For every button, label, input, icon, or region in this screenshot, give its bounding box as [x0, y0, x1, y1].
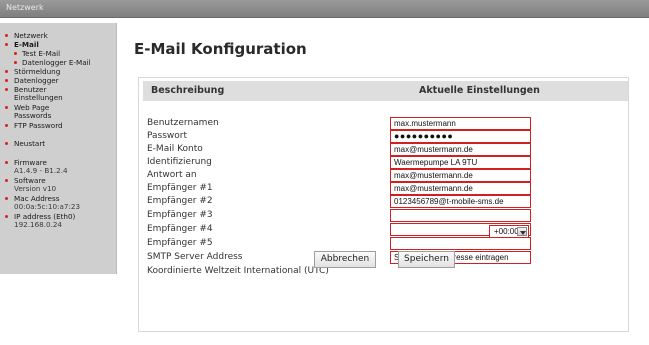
- sidebar-item-label: Neustart: [14, 139, 46, 148]
- bullet-icon: [5, 124, 8, 127]
- empfaenger-3-input[interactable]: [390, 209, 531, 222]
- bullet-icon: [14, 52, 17, 55]
- bullet-icon: [14, 61, 17, 64]
- identifizierung-input[interactable]: Waermepumpe LA 9TU: [390, 156, 531, 169]
- main-content: E-Mail Konfiguration Beschreibung Aktuel…: [118, 19, 649, 345]
- email-konto-input[interactable]: max@mustermann.de: [390, 143, 531, 156]
- label-empfaenger-5: Empfänger #5: [147, 238, 213, 248]
- label-utc-timezone: Koordinierte Weltzeit International (UTC…: [147, 266, 329, 276]
- label-identifizierung: Identifizierung: [147, 157, 212, 167]
- label-antwort-an: Antwort an: [147, 170, 197, 180]
- bullet-icon: [5, 197, 8, 200]
- label-empfaenger-2: Empfänger #2: [147, 196, 213, 206]
- label-passwort: Passwort: [147, 131, 188, 141]
- bullet-icon: [5, 79, 8, 82]
- sidebar-info-value: 00:0a:5c:10:a7:23: [14, 202, 81, 211]
- label-empfaenger-4: Empfänger #4: [147, 224, 213, 234]
- table-header: Beschreibung Aktuelle Einstellungen: [143, 81, 628, 101]
- column-header-beschreibung: Beschreibung: [151, 85, 225, 96]
- empfaenger-1-input[interactable]: max@mustermann.de: [390, 182, 531, 195]
- benutzernamen-input[interactable]: max.mustermann: [390, 117, 531, 130]
- sidebar: Netzwerk E-Mail Test E-Mail Datenlogger …: [0, 19, 117, 345]
- sidebar-item-label-line2: Passwords: [14, 111, 52, 120]
- bullet-icon: [5, 161, 8, 164]
- empfaenger-5-input[interactable]: [390, 237, 531, 250]
- sidebar-item-label: FTP Password: [14, 121, 63, 130]
- top-bar-title: Netzwerk: [6, 3, 44, 12]
- bullet-icon: [5, 43, 8, 46]
- antwort-an-input[interactable]: max@mustermann.de: [390, 169, 531, 182]
- page-title: E-Mail Konfiguration: [134, 40, 307, 58]
- sidebar-info-value: A1.4.9 - B1.2.4: [14, 166, 68, 175]
- bullet-icon: [5, 88, 8, 91]
- label-email-konto: E-Mail Konto: [147, 144, 203, 154]
- passwort-input[interactable]: ●●●●●●●●●●: [390, 130, 531, 143]
- bullet-icon: [5, 106, 8, 109]
- cancel-button[interactable]: Abbrechen: [314, 251, 376, 268]
- label-benutzernamen: Benutzernamen: [147, 118, 219, 128]
- bullet-icon: [5, 70, 8, 73]
- label-empfaenger-1: Empfänger #1: [147, 183, 213, 193]
- sidebar-info-value: 192.168.0.24: [14, 220, 63, 229]
- column-header-aktuelle-einstellungen: Aktuelle Einstellungen: [419, 85, 540, 96]
- sidebar-nav-panel: Netzwerk E-Mail Test E-Mail Datenlogger …: [0, 23, 117, 274]
- save-button[interactable]: Speichern: [398, 251, 455, 268]
- bullet-icon: [5, 34, 8, 37]
- empfaenger-2-input[interactable]: 0123456789@t-mobile-sms.de: [390, 195, 531, 208]
- email-config-form: Beschreibung Aktuelle Einstellungen Benu…: [138, 77, 629, 332]
- utc-timezone-select[interactable]: +00:00: [489, 225, 529, 238]
- label-empfaenger-3: Empfänger #3: [147, 210, 213, 220]
- bullet-icon: [5, 142, 8, 145]
- top-bar: Netzwerk: [0, 0, 649, 18]
- utc-timezone-value: +00:00: [494, 227, 519, 236]
- sidebar-info-value: Version v10: [14, 184, 57, 193]
- bullet-icon: [5, 215, 8, 218]
- sidebar-item-label-line2: Einstellungen: [14, 93, 63, 102]
- label-smtp-server-address: SMTP Server Address: [147, 252, 243, 262]
- bullet-icon: [5, 179, 8, 182]
- chevron-down-icon[interactable]: [517, 227, 527, 236]
